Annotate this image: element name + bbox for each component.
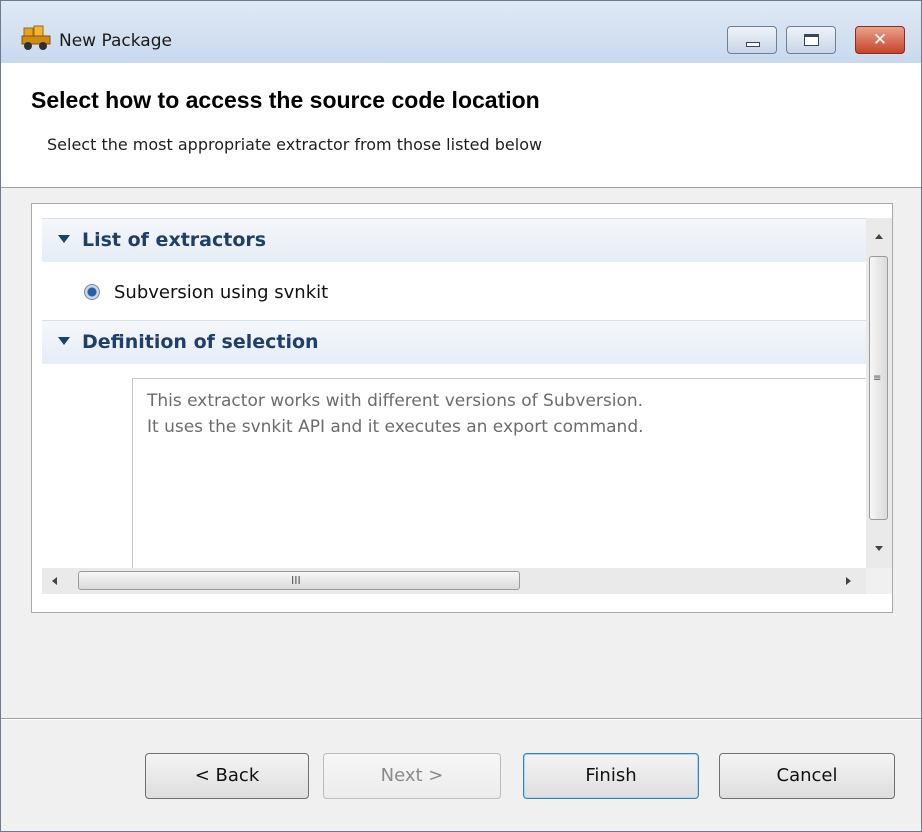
scroll-up-arrow-icon[interactable] <box>875 234 883 239</box>
vertical-scroll-thumb[interactable]: ≡ <box>869 256 888 520</box>
page-title: Select how to access the source code loc… <box>31 87 540 113</box>
horizontal-scrollbar[interactable]: III <box>42 568 866 594</box>
maximize-button[interactable] <box>786 26 836 54</box>
collapse-triangle-icon[interactable] <box>58 235 70 243</box>
definition-line: This extractor works with different vers… <box>147 391 644 411</box>
collapse-triangle-icon[interactable] <box>58 337 70 345</box>
minimize-icon <box>746 42 760 47</box>
content-panel: List of extractors Subversion using svnk… <box>31 203 893 613</box>
back-button[interactable]: < Back <box>145 753 309 799</box>
grip-icon: III <box>291 574 301 587</box>
scroll-down-arrow-icon[interactable] <box>875 546 883 551</box>
page-description: Select the most appropriate extractor fr… <box>47 135 543 154</box>
next-button: Next > <box>323 753 501 799</box>
window-title: New Package <box>59 31 172 51</box>
finish-button[interactable]: Finish <box>523 753 699 799</box>
new-package-dialog: New Package ✕ Select how to access the s… <box>0 0 922 832</box>
section-title: Definition of selection <box>82 331 319 353</box>
grip-icon: ≡ <box>873 373 882 384</box>
package-truck-icon <box>21 25 51 50</box>
footer-divider-highlight <box>1 719 921 720</box>
close-button[interactable]: ✕ <box>855 26 905 54</box>
radio-label[interactable]: Subversion using svnkit <box>114 282 328 303</box>
section-list-of-extractors[interactable]: List of extractors <box>42 218 866 262</box>
scroll-right-arrow-icon[interactable] <box>846 577 851 585</box>
horizontal-scroll-thumb[interactable]: III <box>78 571 520 590</box>
definition-text-area[interactable]: This extractor works with different vers… <box>132 378 866 568</box>
scroll-left-arrow-icon[interactable] <box>52 577 57 585</box>
section-definition-of-selection[interactable]: Definition of selection <box>42 320 866 364</box>
title-bar: New Package ✕ <box>1 1 921 63</box>
vertical-scrollbar[interactable]: ≡ <box>866 218 892 568</box>
scrollbar-corner <box>866 568 892 594</box>
wizard-header: Select how to access the source code loc… <box>1 63 921 188</box>
radio-subversion-svnkit[interactable] <box>84 284 100 300</box>
close-icon: ✕ <box>872 30 888 50</box>
cancel-button[interactable]: Cancel <box>719 753 895 799</box>
maximize-icon <box>804 34 819 46</box>
section-title: List of extractors <box>82 229 267 251</box>
minimize-button[interactable] <box>727 26 777 54</box>
definition-line: It uses the svnkit API and it executes a… <box>147 417 644 437</box>
